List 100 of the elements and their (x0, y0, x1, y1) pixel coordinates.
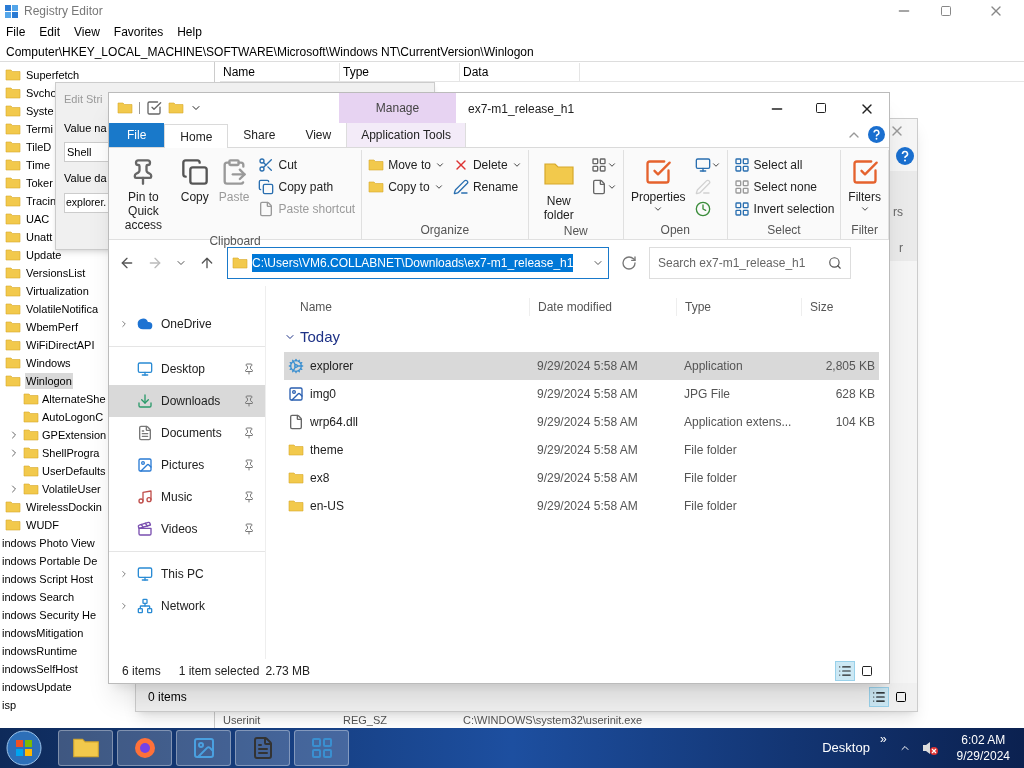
menu-item[interactable]: Favorites (113, 23, 164, 41)
menu-item[interactable]: Help (177, 23, 202, 41)
nav-item[interactable]: Downloads (109, 385, 265, 417)
search-icon[interactable] (828, 256, 842, 270)
ribbon-button[interactable]: Invert selection (731, 198, 837, 220)
refresh-icon[interactable] (621, 255, 637, 271)
address-field[interactable]: C:\Users\VM6.COLLABNET\Downloads\ex7-m1_release_h1 (227, 247, 609, 279)
nav-item[interactable]: Documents (109, 417, 265, 449)
file-row[interactable]: en-US 9/29/2024 5:58 AM File folder (284, 492, 879, 520)
file-row[interactable]: img0 9/29/2024 5:58 AM JPG File 628 KB (284, 380, 879, 408)
ribbon-button[interactable]: Select none (731, 176, 837, 198)
column-header[interactable]: Name (284, 298, 529, 316)
value-name-cell[interactable]: Userinit (220, 711, 340, 729)
menu-item[interactable]: File (6, 23, 26, 41)
tree-item[interactable]: TileD (25, 138, 53, 156)
tree-item[interactable]: indows Script Host (2, 570, 94, 588)
address-bar[interactable]: Computer\HKEY_LOCAL_MACHINE\SOFTWARE\Microsoft\Windows NT\CurrentVersion\Winlogon (0, 42, 1024, 62)
file-row[interactable]: ex8 9/29/2024 5:58 AM File folder (284, 464, 879, 492)
muted-speaker-icon[interactable] (920, 739, 939, 757)
tree-item[interactable]: GPExtension (42, 426, 107, 444)
tree-item[interactable]: indows Security He (2, 606, 97, 624)
nav-item[interactable]: Music (109, 481, 265, 513)
properties-icon[interactable] (146, 100, 162, 116)
tree-item[interactable]: indowsRuntime (2, 642, 78, 660)
ribbon-button[interactable]: Properties (627, 154, 689, 214)
file-row[interactable]: explorer 9/29/2024 5:58 AM Application 2,805 KB (284, 352, 879, 380)
expand-icon[interactable] (119, 600, 129, 612)
ribbon-button[interactable]: Rename (450, 176, 524, 198)
nav-item[interactable]: Pictures (109, 449, 265, 481)
ribbon-button[interactable]: Copy path (256, 176, 358, 198)
toolbar-overflow[interactable]: » (879, 730, 887, 748)
tree-item[interactable]: VolatileNotifica (25, 300, 100, 318)
taskbar-button[interactable] (58, 730, 113, 766)
taskbar-button[interactable] (176, 730, 231, 766)
start-button[interactable] (6, 730, 42, 766)
details-view-button[interactable] (869, 687, 889, 707)
tree-item[interactable]: Winlogon (25, 372, 73, 390)
back-icon[interactable] (119, 255, 135, 271)
value-data-field[interactable]: explorer. (64, 192, 109, 213)
tree-item[interactable]: Toker (25, 174, 54, 192)
tree-item[interactable]: Termi (25, 120, 54, 138)
ribbon-tab[interactable]: File (109, 123, 165, 147)
ribbon-button[interactable]: Select all (731, 154, 837, 176)
nav-item[interactable]: Videos (109, 513, 265, 545)
tree-item[interactable]: VolatileUser (42, 480, 101, 498)
column-header[interactable]: Date modified (529, 298, 676, 316)
tree-item[interactable]: UAC (25, 210, 51, 228)
nav-item[interactable]: OneDrive (109, 308, 265, 340)
menu-item[interactable]: Edit (39, 23, 61, 41)
ribbon-button[interactable]: Move to (366, 154, 447, 176)
help-icon[interactable] (868, 126, 885, 143)
tree-item[interactable]: indows Photo View (2, 534, 95, 552)
ribbon-tab[interactable]: Application Tools (346, 123, 467, 147)
tree-item[interactable]: indows Search (2, 588, 75, 606)
tree-item[interactable]: Time (25, 156, 52, 174)
maximize-icon[interactable] (815, 102, 827, 114)
menu-item[interactable]: View (74, 23, 100, 41)
tree-item[interactable]: WirelessDockin (25, 498, 103, 516)
ribbon-button[interactable]: New folder (532, 154, 585, 222)
ribbon-button[interactable]: Pin to Quick access (113, 154, 174, 232)
help-icon[interactable] (896, 147, 914, 165)
clock-time[interactable]: 6:02 AM (961, 732, 1006, 748)
search-field[interactable]: Search ex7-m1_release_h1 (649, 247, 851, 279)
ribbon-button[interactable]: Filters (845, 154, 884, 214)
tree-item[interactable]: isp (2, 696, 17, 714)
tree-item[interactable]: Tracin (25, 192, 58, 210)
tree-item[interactable]: WiFiDirectAPI (25, 336, 96, 354)
tree-item[interactable]: Update (25, 246, 63, 264)
tree-item[interactable]: indowsMitigation (2, 624, 84, 642)
file-row[interactable]: wrp64.dll 9/29/2024 5:58 AM Application extens... 104 KB (284, 408, 879, 436)
restore-icon[interactable] (940, 5, 952, 17)
ribbon-button[interactable]: Copy (177, 154, 212, 204)
ribbon-tab[interactable]: Share (228, 123, 291, 147)
nav-item[interactable]: This PC (109, 558, 265, 590)
toolbar-label[interactable]: Desktop (822, 738, 870, 758)
tree-item[interactable]: indows Portable De (2, 552, 98, 570)
tree-item[interactable]: WbemPerf (25, 318, 79, 336)
column-header[interactable]: Type (676, 298, 801, 316)
tree-item[interactable]: UserDefaults (42, 462, 106, 480)
tree-item[interactable]: AutoLogonC (42, 408, 104, 426)
clock-date[interactable]: 9/29/2024 (956, 748, 1010, 764)
tree-item[interactable]: indowsUpdate (2, 678, 72, 696)
column-header[interactable]: Size (801, 298, 879, 316)
details-view-button[interactable] (835, 661, 855, 681)
ribbon-tab[interactable]: View (290, 123, 347, 147)
up-icon[interactable] (199, 255, 215, 271)
nav-item[interactable]: Desktop (109, 353, 265, 385)
tree-item[interactable]: ShellProgra (42, 444, 100, 462)
search-input[interactable]: Search ex7-m1_release_h1 (658, 254, 828, 272)
tree-item[interactable]: Windows (25, 354, 72, 372)
tree-item[interactable]: indowsSelfHost (2, 660, 78, 678)
tree-item[interactable]: Superfetch (25, 66, 81, 84)
file-row[interactable]: theme 9/29/2024 5:58 AM File folder (284, 436, 879, 464)
taskbar-button[interactable] (235, 730, 290, 766)
tree-item[interactable]: Virtualization (25, 282, 90, 300)
expand-icon[interactable] (119, 318, 129, 330)
tree-item[interactable]: WUDF (25, 516, 60, 534)
tree-item[interactable]: Unatt (25, 228, 54, 246)
column-header[interactable]: Type (340, 62, 460, 81)
value-name-field[interactable]: Shell (64, 142, 109, 162)
